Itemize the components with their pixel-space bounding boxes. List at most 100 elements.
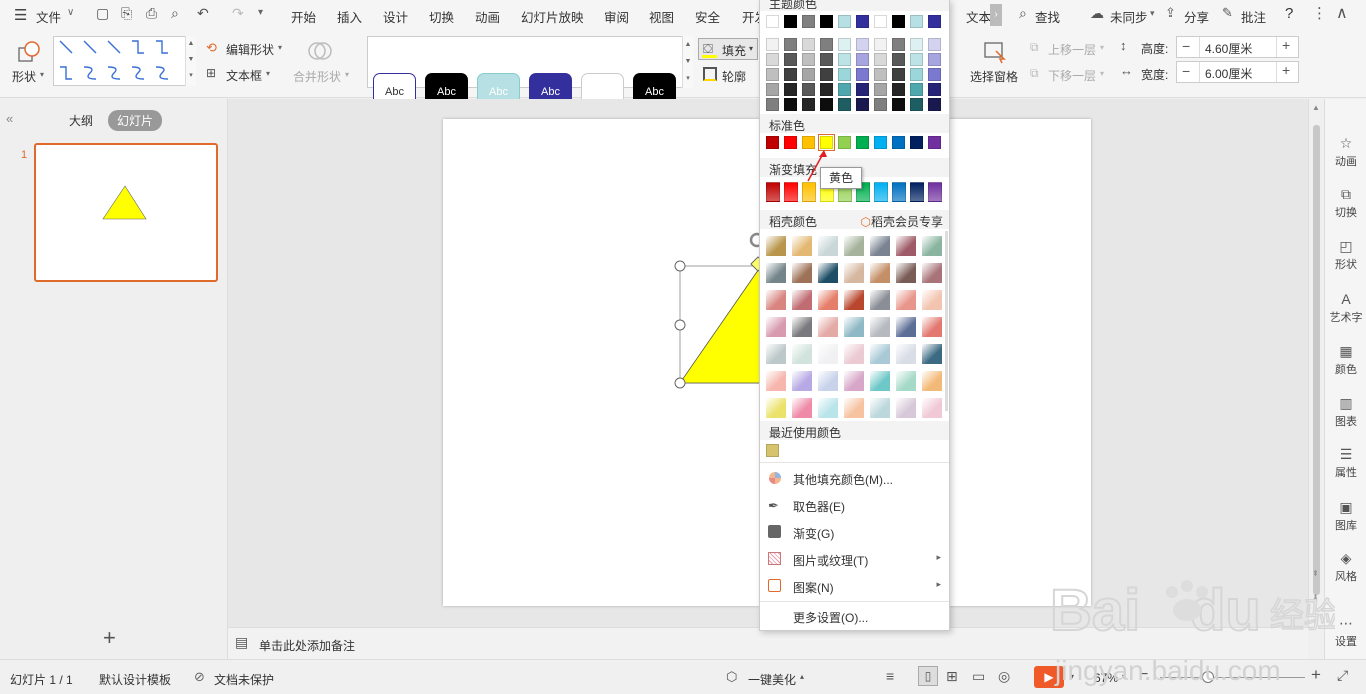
theme-tint-swatch[interactable] [838, 68, 851, 81]
tab-view[interactable]: 视图 [649, 7, 674, 26]
daoke-color-swatch[interactable] [896, 236, 916, 256]
theme-tint-swatch[interactable] [820, 53, 833, 66]
print-preview-icon[interactable]: ⌕ [171, 5, 179, 22]
daoke-color-swatch[interactable] [792, 290, 812, 310]
tab-insert[interactable]: 插入 [337, 7, 362, 26]
tab-design[interactable]: 设计 [383, 7, 408, 26]
fit-window-icon[interactable]: ⤢ [1337, 667, 1348, 684]
right-gallery[interactable]: ▣ 图库 [1325, 499, 1366, 533]
add-slide-button[interactable]: + [103, 625, 116, 651]
theme-tint-swatch[interactable] [820, 98, 833, 111]
more-settings-item[interactable]: 更多设置(O)... [760, 605, 949, 629]
collapse-ribbon-icon[interactable]: ∧ [1336, 3, 1348, 23]
daoke-color-swatch[interactable] [922, 236, 942, 256]
theme-tint-swatch[interactable] [802, 83, 815, 96]
theme-color-swatch[interactable] [766, 15, 779, 28]
theme-tint-swatch[interactable] [784, 83, 797, 96]
normal-view-icon[interactable]: ▯ [918, 666, 938, 686]
gradient-fill-swatch[interactable] [910, 182, 924, 202]
daoke-color-swatch[interactable] [922, 344, 942, 364]
daoke-color-swatch[interactable] [870, 398, 890, 418]
theme-tint-swatch[interactable] [856, 38, 869, 51]
theme-tint-swatch[interactable] [838, 98, 851, 111]
theme-color-swatch[interactable] [910, 15, 923, 28]
theme-tint-swatch[interactable] [874, 53, 887, 66]
theme-color-swatch[interactable] [928, 15, 941, 28]
daoke-color-swatch[interactable] [922, 317, 942, 337]
gradient-fill-swatch[interactable] [892, 182, 906, 202]
gradient-item[interactable]: 渐变(G) [760, 521, 949, 545]
theme-tint-swatch[interactable] [892, 68, 905, 81]
theme-tint-swatch[interactable] [910, 68, 923, 81]
chevron-down-icon[interactable]: ∨ [67, 7, 74, 18]
standard-color-swatch[interactable] [838, 136, 851, 149]
right-shape[interactable]: ◰ 形状 [1325, 238, 1366, 272]
daoke-color-swatch[interactable] [766, 398, 786, 418]
tab-animation[interactable]: 动画 [475, 7, 500, 26]
daoke-color-swatch[interactable] [792, 317, 812, 337]
theme-tint-swatch[interactable] [874, 83, 887, 96]
daoke-color-swatch[interactable] [844, 236, 864, 256]
export-icon[interactable]: ⎘ [121, 5, 132, 22]
theme-tint-swatch[interactable] [802, 98, 815, 111]
theme-tint-swatch[interactable] [766, 83, 779, 96]
daoke-color-swatch[interactable] [792, 263, 812, 283]
more-fill-colors-item[interactable]: 其他填充颜色(M)... [760, 467, 949, 491]
textbox-button[interactable]: 文本框 [226, 67, 262, 84]
theme-tint-swatch[interactable] [910, 53, 923, 66]
redo-icon[interactable]: ↷ [232, 5, 244, 22]
standard-color-swatch[interactable] [892, 136, 905, 149]
daoke-color-swatch[interactable] [766, 236, 786, 256]
daoke-color-swatch[interactable] [844, 344, 864, 364]
tab-slideshow[interactable]: 幻灯片放映 [521, 7, 584, 26]
line-gallery[interactable] [53, 36, 196, 86]
theme-tint-swatch[interactable] [784, 38, 797, 51]
beautify-button[interactable]: 一键美化 [748, 671, 796, 688]
outline-button[interactable]: 轮廓 [722, 68, 746, 85]
daoke-color-swatch[interactable] [818, 344, 838, 364]
comment-button[interactable]: 批注 [1241, 7, 1266, 26]
theme-tint-swatch[interactable] [928, 53, 941, 66]
recent-color-swatch[interactable] [766, 444, 779, 457]
tab-text[interactable]: 文本 [966, 7, 991, 26]
theme-tint-swatch[interactable] [874, 38, 887, 51]
theme-tint-swatch[interactable] [910, 98, 923, 111]
width-increase-button[interactable]: + [1282, 62, 1290, 78]
collapse-panel-icon[interactable]: « [6, 111, 13, 126]
daoke-color-swatch[interactable] [766, 317, 786, 337]
scrollbar-thumb[interactable] [1313, 125, 1320, 595]
gradient-fill-swatch[interactable] [784, 182, 798, 202]
theme-tint-swatch[interactable] [928, 38, 941, 51]
daoke-color-swatch[interactable] [844, 290, 864, 310]
theme-tint-swatch[interactable] [802, 53, 815, 66]
daoke-color-swatch[interactable] [870, 236, 890, 256]
slide-thumbnail[interactable] [34, 143, 218, 282]
daoke-color-swatch[interactable] [818, 290, 838, 310]
tab-security[interactable]: 安全 [695, 7, 720, 26]
daoke-color-swatch[interactable] [922, 371, 942, 391]
design-template[interactable]: 默认设计模板 [99, 671, 171, 688]
theme-tint-swatch[interactable] [820, 68, 833, 81]
theme-tint-swatch[interactable] [802, 68, 815, 81]
standard-color-swatch[interactable] [784, 136, 797, 149]
edit-shape-icon[interactable]: ⟲ [206, 40, 217, 56]
height-decrease-button[interactable]: − [1182, 38, 1190, 54]
standard-color-swatch[interactable] [928, 136, 941, 149]
daoke-color-swatch[interactable] [896, 398, 916, 418]
theme-tint-swatch[interactable] [910, 83, 923, 96]
chevron-down-icon[interactable]: ▾ [40, 70, 44, 79]
daoke-color-swatch[interactable] [792, 236, 812, 256]
theme-tint-swatch[interactable] [766, 98, 779, 111]
theme-tint-swatch[interactable] [766, 38, 779, 51]
theme-tint-swatch[interactable] [928, 98, 941, 111]
daoke-color-swatch[interactable] [818, 317, 838, 337]
theme-tint-swatch[interactable] [928, 83, 941, 96]
hamburger-icon[interactable]: ☰ [14, 6, 27, 24]
tab-scroll-right-icon[interactable]: › [990, 4, 1002, 26]
daoke-color-swatch[interactable] [844, 398, 864, 418]
daoke-color-swatch[interactable] [896, 344, 916, 364]
theme-color-swatch[interactable] [874, 15, 887, 28]
theme-color-swatch[interactable] [802, 15, 815, 28]
standard-color-swatch[interactable] [910, 136, 923, 149]
tab-outline[interactable]: 大纲 [69, 112, 93, 129]
